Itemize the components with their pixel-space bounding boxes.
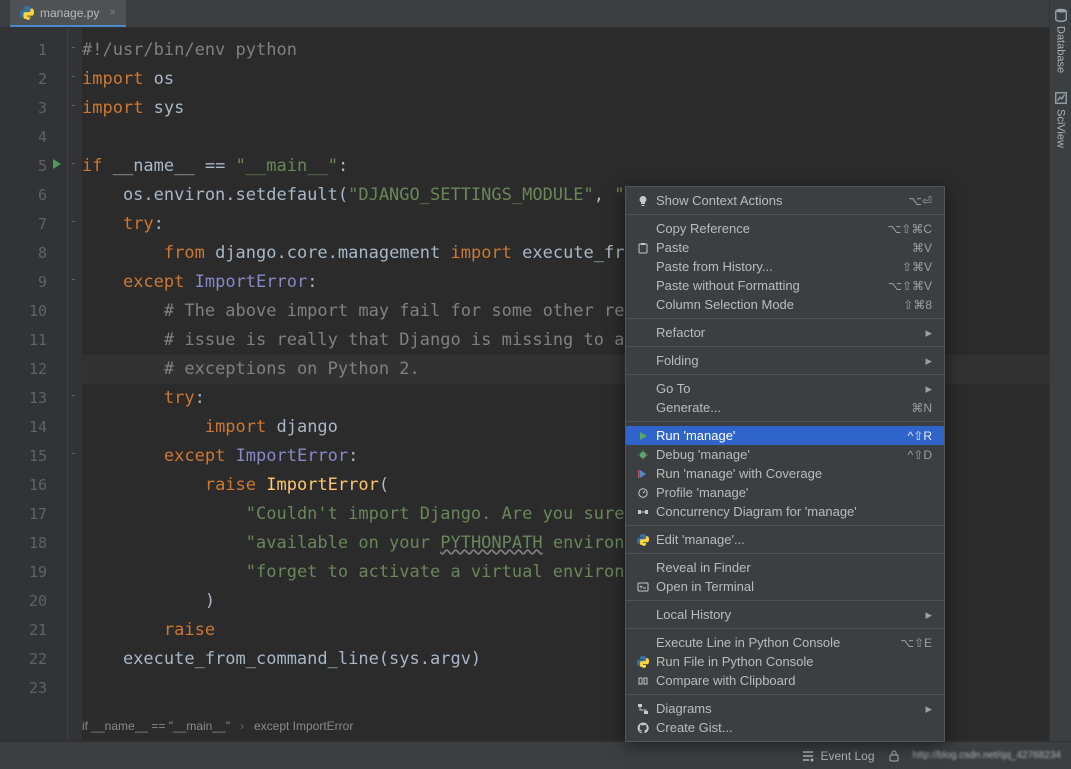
- tool-database[interactable]: Database: [1054, 8, 1068, 73]
- gutter-line: 16: [0, 471, 67, 500]
- menu-run-coverage[interactable]: Run 'manage' with Coverage: [626, 464, 944, 483]
- menu-edit-manage[interactable]: Edit 'manage'...: [626, 530, 944, 549]
- menu-paste-history[interactable]: Paste from History...⇧⌘V: [626, 257, 944, 276]
- menu-diagrams[interactable]: Diagrams▸: [626, 699, 944, 718]
- gutter-line: 17: [0, 500, 67, 529]
- menu-concurrency-diagram[interactable]: Concurrency Diagram for 'manage': [626, 502, 944, 521]
- menu-paste-plain[interactable]: Paste without Formatting⌥⇧⌘V: [626, 276, 944, 295]
- database-icon: [1054, 8, 1068, 22]
- fold-column: [68, 28, 82, 741]
- menu-refactor[interactable]: Refactor▸: [626, 323, 944, 342]
- menu-goto[interactable]: Go To▸: [626, 379, 944, 398]
- coverage-icon: [637, 468, 649, 480]
- github-icon: [637, 722, 649, 734]
- tab-label: manage.py: [40, 6, 99, 20]
- menu-reveal-finder[interactable]: Reveal in Finder: [626, 558, 944, 577]
- gutter-line: 10: [0, 297, 67, 326]
- tool-sciview-label: SciView: [1055, 109, 1067, 148]
- gutter-line: 13: [0, 384, 67, 413]
- gutter-line: 12: [0, 355, 67, 384]
- run-gutter-icon[interactable]: [51, 158, 63, 170]
- gutter-line: 20: [0, 587, 67, 616]
- python-icon: [20, 6, 34, 20]
- paste-icon: [637, 242, 649, 254]
- tool-database-label: Database: [1055, 26, 1067, 73]
- menu-debug-manage[interactable]: Debug 'manage'^⇧D: [626, 445, 944, 464]
- menu-profile-manage[interactable]: Profile 'manage': [626, 483, 944, 502]
- profile-icon: [637, 487, 649, 499]
- close-icon[interactable]: ×: [109, 7, 115, 19]
- menu-compare-clipboard[interactable]: Compare with Clipboard: [626, 671, 944, 690]
- menu-run-file-console[interactable]: Run File in Python Console: [626, 652, 944, 671]
- play-icon: [637, 430, 649, 442]
- crumb[interactable]: except ImportError: [254, 719, 353, 733]
- gutter-line: 9: [0, 268, 67, 297]
- event-log-label: Event Log: [820, 749, 874, 763]
- gutter-line: 6: [0, 181, 67, 210]
- event-log-icon: [801, 749, 815, 763]
- bug-icon: [637, 449, 649, 461]
- menu-local-history[interactable]: Local History▸: [626, 605, 944, 624]
- status-bar: Event Log http://blog.csdn.net/qq_427682…: [0, 741, 1071, 769]
- crumb[interactable]: if __name__ == "__main__": [82, 719, 230, 733]
- gutter: 1 2 3 4 5 6 7 8 9 10 11 12 13 14 15 16 1…: [0, 28, 68, 741]
- gutter-line: 19: [0, 558, 67, 587]
- gutter-line: 5: [0, 152, 67, 181]
- tab-manage-py[interactable]: manage.py ×: [10, 0, 126, 27]
- menu-copy-reference[interactable]: Copy Reference⌥⇧⌘C: [626, 219, 944, 238]
- lock-icon[interactable]: [887, 749, 901, 763]
- sciview-icon: [1054, 91, 1068, 105]
- context-menu: Show Context Actions⌥⏎ Copy Reference⌥⇧⌘…: [625, 186, 945, 742]
- gutter-line: 7: [0, 210, 67, 239]
- gutter-line: 15: [0, 442, 67, 471]
- menu-generate[interactable]: Generate...⌘N: [626, 398, 944, 417]
- gutter-line: 3: [0, 94, 67, 123]
- watermark-text: http://blog.csdn.net/qq_42768234: [913, 750, 1061, 761]
- gutter-line: 14: [0, 413, 67, 442]
- menu-create-gist[interactable]: Create Gist...: [626, 718, 944, 737]
- chevron-right-icon: ›: [240, 719, 244, 733]
- menu-exec-console[interactable]: Execute Line in Python Console⌥⇧E: [626, 633, 944, 652]
- menu-folding[interactable]: Folding▸: [626, 351, 944, 370]
- menu-open-terminal[interactable]: Open in Terminal: [626, 577, 944, 596]
- gutter-line: 22: [0, 645, 67, 674]
- event-log-button[interactable]: Event Log: [801, 749, 874, 763]
- compare-icon: [637, 675, 649, 687]
- gutter-line: 18: [0, 529, 67, 558]
- terminal-icon: [637, 581, 649, 593]
- menu-column-selection[interactable]: Column Selection Mode⇧⌘8: [626, 295, 944, 314]
- menu-run-manage[interactable]: Run 'manage'^⇧R: [626, 426, 944, 445]
- python-icon: [637, 656, 649, 668]
- gutter-line: 4: [0, 123, 67, 152]
- uml-icon: [637, 703, 649, 715]
- gutter-line: 23: [0, 674, 67, 703]
- tab-bar: manage.py ×: [0, 0, 1071, 28]
- gutter-line: 2: [0, 65, 67, 94]
- gutter-line: 21: [0, 616, 67, 645]
- tool-sciview[interactable]: SciView: [1054, 91, 1068, 148]
- diagram-icon: [637, 506, 649, 518]
- menu-paste[interactable]: Paste⌘V: [626, 238, 944, 257]
- menu-show-context-actions[interactable]: Show Context Actions⌥⏎: [626, 191, 944, 210]
- breadcrumb[interactable]: if __name__ == "__main__" › except Impor…: [82, 715, 353, 737]
- lightbulb-icon: [637, 195, 649, 207]
- gutter-line: 11: [0, 326, 67, 355]
- gutter-line: 8: [0, 239, 67, 268]
- right-tool-strip: Database SciView: [1049, 0, 1071, 741]
- gutter-line: 1: [0, 36, 67, 65]
- python-icon: [637, 534, 649, 546]
